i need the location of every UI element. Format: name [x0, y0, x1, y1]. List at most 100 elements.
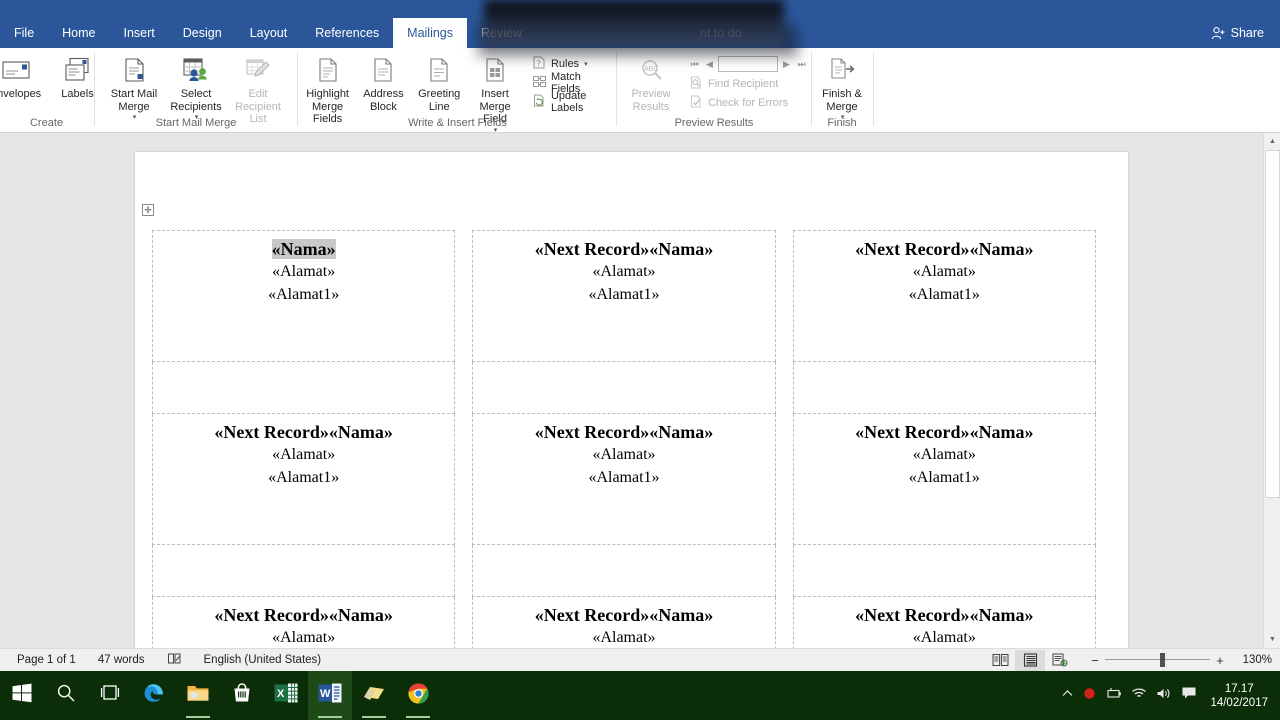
word-icon: W: [318, 682, 342, 709]
edge-button[interactable]: [132, 671, 176, 720]
preview-results-button[interactable]: ABC Preview Results: [620, 50, 682, 113]
scroll-down-arrow-icon[interactable]: ▼: [1264, 631, 1280, 648]
web-layout-icon[interactable]: [1045, 650, 1075, 671]
spacer-cell[interactable]: [792, 361, 1097, 414]
zoom-slider[interactable]: [1105, 653, 1210, 667]
page-indicator[interactable]: Page 1 of 1: [6, 654, 87, 666]
label-cell[interactable]: «Next Record»«Nama» «Alamat» «Alamat1»: [792, 230, 1097, 362]
check-for-errors-button[interactable]: Check for Errors: [686, 93, 808, 112]
word-count[interactable]: 47 words: [87, 654, 156, 666]
tab-design[interactable]: Design: [169, 18, 236, 48]
document-page[interactable]: «Nama» «Alamat» «Alamat1» «Next Record»«…: [135, 152, 1128, 648]
greeting-line-button[interactable]: Greeting Line: [411, 50, 467, 113]
tab-file[interactable]: File: [0, 18, 48, 48]
label-cell[interactable]: «Next Record»«Nama» «Alamat» «Alamat1»: [151, 596, 456, 648]
highlight-merge-fields-button[interactable]: Highlight Merge Fields: [300, 50, 356, 126]
chrome-button[interactable]: [396, 671, 440, 720]
edit-recipient-list-button[interactable]: Edit Recipient List: [227, 50, 289, 126]
tab-references[interactable]: References: [301, 18, 393, 48]
word-button[interactable]: W: [308, 671, 352, 720]
search-button[interactable]: [44, 671, 88, 720]
preview-results-icon: ABC: [636, 53, 666, 87]
wifi-icon[interactable]: [1131, 687, 1147, 705]
label-cell[interactable]: «Next Record»«Nama» «Alamat» «Alamat1»: [151, 413, 456, 545]
folder-app-button[interactable]: [352, 671, 396, 720]
label-cell[interactable]: «Next Record»«Nama» «Alamat» «Alamat1»: [472, 413, 776, 545]
spacer-cell[interactable]: [472, 361, 776, 414]
record-dot-icon[interactable]: [1083, 687, 1096, 705]
share-person-icon: [1211, 26, 1226, 41]
excel-button[interactable]: X: [264, 671, 308, 720]
print-layout-icon[interactable]: [1015, 649, 1045, 671]
file-explorer-button[interactable]: [176, 671, 220, 720]
table-gutter: [455, 231, 473, 362]
speaker-icon[interactable]: [1156, 687, 1172, 705]
finish-and-merge-button[interactable]: Finish & Merge ▾: [811, 50, 873, 121]
system-tray: 17.17 14/02/2017: [1061, 682, 1280, 710]
tab-insert[interactable]: Insert: [110, 18, 169, 48]
find-recipient-button[interactable]: Find Recipient: [686, 74, 808, 93]
record-number-input[interactable]: [718, 56, 778, 72]
scrollbar-thumb[interactable]: [1265, 150, 1280, 498]
merge-field-nama: «Nama»: [969, 239, 1034, 259]
store-button[interactable]: [220, 671, 264, 720]
read-mode-icon[interactable]: [985, 650, 1015, 671]
start-mail-merge-button[interactable]: Start Mail Merge ▾: [103, 50, 165, 121]
table-row[interactable]: «Next Record»«Nama» «Alamat» «Alamat1» «…: [151, 596, 1097, 648]
update-labels-button[interactable]: Update Labels: [529, 90, 615, 114]
label-cell[interactable]: «Nama» «Alamat» «Alamat1»: [151, 230, 456, 362]
tab-review[interactable]: Review: [467, 18, 536, 48]
status-bar-right: − + 130%: [985, 649, 1280, 671]
address-block-button[interactable]: Address Block: [356, 50, 412, 113]
previous-record-icon[interactable]: ◀: [703, 57, 716, 71]
first-record-icon[interactable]: ⏮: [688, 57, 701, 71]
table-gutter: [455, 414, 473, 545]
tab-home[interactable]: Home: [48, 18, 109, 48]
svg-text:ABC: ABC: [644, 66, 658, 73]
last-record-icon[interactable]: ⏭: [795, 57, 808, 71]
envelopes-button[interactable]: Envelopes: [0, 50, 47, 101]
label-cell[interactable]: «Next Record»«Nama» «Alamat» «Alamat1»: [472, 596, 776, 648]
scroll-up-arrow-icon[interactable]: ▲: [1264, 133, 1280, 150]
spacer-cell[interactable]: [472, 544, 776, 597]
label-address-line-1: «Alamat»: [272, 629, 336, 646]
chevron-up-icon[interactable]: [1061, 687, 1074, 705]
zoom-level[interactable]: 130%: [1230, 654, 1272, 666]
zoom-out-button[interactable]: −: [1085, 653, 1105, 668]
spacer-cell[interactable]: [792, 544, 1097, 597]
tab-mailings[interactable]: Mailings: [393, 18, 468, 48]
table-move-handle[interactable]: ✛: [142, 204, 154, 216]
group-label-preview-results: Preview Results: [674, 117, 754, 129]
spacer-cell[interactable]: [151, 544, 456, 597]
vertical-scrollbar[interactable]: ▲ ▼: [1263, 133, 1280, 648]
notification-icon[interactable]: [1181, 686, 1197, 705]
spacer-cell[interactable]: [151, 361, 456, 414]
next-record-icon[interactable]: ▶: [780, 57, 793, 71]
table-spacer-row[interactable]: [151, 361, 1097, 414]
table-spacer-row[interactable]: [151, 544, 1097, 597]
zoom-in-button[interactable]: +: [1210, 653, 1230, 668]
start-button[interactable]: [0, 671, 44, 720]
label-address-line-2: «Alamat1»: [268, 468, 340, 486]
merge-field-nama: «Nama»: [649, 605, 714, 625]
label-cell[interactable]: «Next Record»«Nama» «Alamat» «Alamat1»: [792, 413, 1097, 545]
label-cell[interactable]: «Next Record»«Nama» «Alamat» «Alamat1»: [792, 596, 1097, 648]
merge-field-next-record: «Next Record»: [534, 239, 650, 259]
battery-icon[interactable]: [1105, 687, 1122, 705]
tab-layout[interactable]: Layout: [236, 18, 302, 48]
clock[interactable]: 17.17 14/02/2017: [1206, 682, 1272, 710]
table-row[interactable]: «Next Record»«Nama» «Alamat» «Alamat1» «…: [151, 413, 1097, 545]
zoom-slider-thumb[interactable]: [1160, 653, 1165, 667]
table-row[interactable]: «Nama» «Alamat» «Alamat1» «Next Record»«…: [151, 230, 1097, 362]
task-view-button[interactable]: [88, 671, 132, 720]
tell-me-search[interactable]: nt to do: [700, 18, 742, 48]
merge-field-next-record: «Next Record»: [855, 605, 970, 625]
labels-table[interactable]: «Nama» «Alamat» «Alamat1» «Next Record»«…: [151, 230, 1097, 648]
select-recipients-button[interactable]: Select Recipients ▾: [165, 50, 227, 121]
share-button[interactable]: Share: [1203, 18, 1272, 48]
document-canvas[interactable]: «Nama» «Alamat» «Alamat1» «Next Record»«…: [0, 133, 1280, 648]
chevron-down-icon[interactable]: ▾: [584, 60, 588, 68]
proofing-errors-icon[interactable]: [156, 652, 193, 668]
label-cell[interactable]: «Next Record»«Nama» «Alamat» «Alamat1»: [472, 230, 776, 362]
language-indicator[interactable]: English (United States): [193, 654, 333, 666]
